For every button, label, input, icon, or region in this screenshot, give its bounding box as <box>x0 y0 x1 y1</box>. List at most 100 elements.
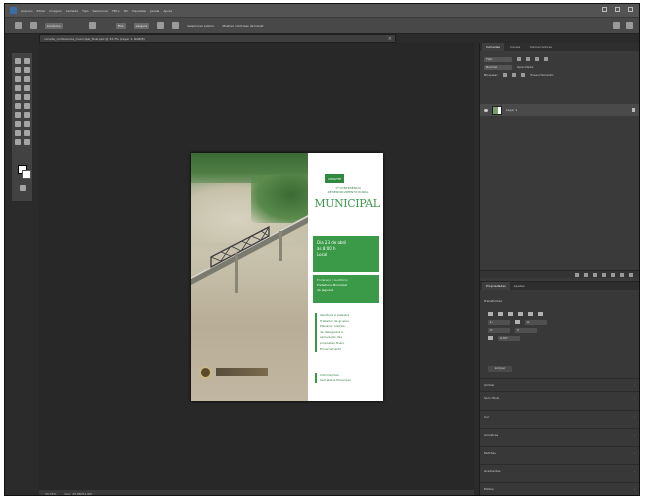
eraser-tool-icon[interactable] <box>15 103 21 109</box>
tab-properties[interactable]: Propriedades <box>482 282 510 290</box>
more-tools-icon[interactable] <box>24 139 30 145</box>
align-bottom-icon[interactable] <box>538 312 543 316</box>
healing-tool-icon[interactable] <box>15 85 21 91</box>
type-tool-icon[interactable] <box>15 121 21 127</box>
adjustment-icon[interactable] <box>602 272 606 277</box>
section-untitled[interactable]: Sem título › <box>480 391 639 403</box>
width-input[interactable]: L: <box>488 319 510 325</box>
home-icon[interactable] <box>15 22 22 29</box>
tab-layers[interactable]: Camadas <box>482 43 504 51</box>
menu-window[interactable]: Janela <box>150 9 159 13</box>
section-color[interactable]: Cor › <box>480 410 639 422</box>
tab-adjustments[interactable]: Ajustes <box>510 282 529 290</box>
filter-shape-icon[interactable] <box>544 57 548 61</box>
history-brush-tool-icon[interactable] <box>24 94 30 100</box>
lock-pixels-icon[interactable] <box>503 73 508 77</box>
menu-type[interactable]: Tipo <box>82 9 88 13</box>
checkbox-icon[interactable] <box>172 22 180 29</box>
gradient-tool-icon[interactable] <box>24 103 30 109</box>
new-layer-icon[interactable] <box>620 272 624 277</box>
auto-select-label[interactable]: Selecionar autom. <box>187 24 214 28</box>
doc-info[interactable]: Doc: 25,8M/51,6M <box>64 492 91 496</box>
align-middle-icon[interactable] <box>528 312 533 316</box>
path-select-tool-icon[interactable] <box>24 121 30 127</box>
lock-all-icon[interactable] <box>521 73 526 77</box>
menu-help[interactable]: Ajuda <box>163 9 172 13</box>
section-patterns[interactable]: Padrões › <box>480 446 639 458</box>
height-input[interactable]: A: <box>525 319 547 325</box>
document-canvas[interactable]: CONVITE 1ª CONFERÊNCIA DESENVOLVIMENTO R… <box>191 153 383 401</box>
filter-adjust-icon[interactable] <box>526 57 530 61</box>
close-icon[interactable] <box>628 7 633 12</box>
section-swatches[interactable]: Amostras › <box>480 428 639 440</box>
align-icon[interactable] <box>157 22 165 29</box>
move-tool-icon[interactable] <box>15 58 21 64</box>
eyedropper-tool-icon[interactable] <box>24 76 30 82</box>
tab-paths[interactable]: Demarcadores <box>526 43 556 51</box>
transform-section-label[interactable]: Transformar <box>484 299 502 303</box>
menu-select[interactable]: Selecionar <box>92 9 108 13</box>
mask-icon[interactable] <box>593 272 597 277</box>
menu-view[interactable]: Visualizar <box>132 9 146 13</box>
search-icon[interactable] <box>613 22 620 29</box>
filter-type-icon[interactable] <box>535 57 539 61</box>
link-proportions-icon[interactable] <box>515 320 520 324</box>
menu-filter[interactable]: Filtro <box>112 9 119 13</box>
align-left-icon[interactable] <box>488 312 493 316</box>
dodge-tool-icon[interactable] <box>15 112 21 118</box>
link-icon[interactable] <box>575 272 579 277</box>
kind-filter-select[interactable]: Tipo <box>484 56 512 62</box>
crop-tool-icon[interactable] <box>15 76 21 82</box>
show-transform-label[interactable]: Mostrar controles de transf. <box>223 24 264 28</box>
lock-position-icon[interactable] <box>512 73 517 77</box>
tool-preset-icon[interactable] <box>30 22 37 29</box>
menu-file[interactable]: Arquivo <box>21 9 32 13</box>
menu-3d[interactable]: 3D <box>124 9 128 13</box>
brush-tool-icon[interactable] <box>24 85 30 91</box>
eye-icon[interactable] <box>484 108 488 112</box>
minimize-icon[interactable] <box>602 7 607 12</box>
zoom-level[interactable]: 33,33% <box>45 492 56 496</box>
menu-layer[interactable]: Camada <box>66 9 78 13</box>
rotation-input[interactable]: 0,00° <box>498 335 520 341</box>
clear-button[interactable]: Limpar <box>488 366 512 372</box>
hand-tool-icon[interactable] <box>24 130 30 136</box>
close-tab-icon[interactable]: × <box>388 36 392 42</box>
lasso-tool-icon[interactable] <box>15 67 21 73</box>
folder-icon[interactable] <box>611 272 615 277</box>
layer-name[interactable]: Layer 1 <box>506 108 517 112</box>
stamp-tool-icon[interactable] <box>15 94 21 100</box>
document-tab[interactable]: convite_conferencia_municipal_final.psd … <box>39 34 396 43</box>
align-center-icon[interactable] <box>498 312 503 316</box>
tool-preset-field[interactable]: Contorno <box>45 22 63 29</box>
pen-tool-icon[interactable] <box>24 112 30 118</box>
marquee-tool-icon[interactable] <box>24 58 30 64</box>
zoom-tool-icon[interactable] <box>15 139 21 145</box>
layer-row[interactable]: Layer 1 <box>480 104 639 116</box>
menu-edit[interactable]: Editar <box>36 9 45 13</box>
filter-pixel-icon[interactable] <box>517 57 521 61</box>
style-field[interactable]: Fixo <box>115 22 126 29</box>
section-align[interactable]: Alinhar › <box>480 378 639 390</box>
maximize-icon[interactable] <box>615 7 620 12</box>
fx-icon[interactable] <box>584 272 588 277</box>
tab-channels[interactable]: Canais <box>506 43 524 51</box>
blend-mode-select[interactable]: Normal <box>484 64 512 70</box>
x-input[interactable]: X: <box>488 327 510 333</box>
shape-tool-icon[interactable] <box>15 130 21 136</box>
quick-mask-icon[interactable] <box>20 185 26 191</box>
section-gradients[interactable]: Gradientes › <box>480 464 639 476</box>
gear-icon[interactable] <box>88 22 96 29</box>
menu-image[interactable]: Imagem <box>49 9 61 13</box>
align-right-icon[interactable] <box>508 312 513 316</box>
canvas-area[interactable]: CONVITE 1ª CONFERÊNCIA DESENVOLVIMENTO R… <box>39 43 474 490</box>
background-color-swatch[interactable] <box>22 170 31 179</box>
y-input[interactable]: Y: <box>515 327 537 333</box>
quick-select-tool-icon[interactable] <box>24 67 30 73</box>
trash-icon[interactable] <box>629 272 633 277</box>
section-styles[interactable]: Estilos › <box>480 482 639 494</box>
width-field[interactable]: Largura <box>133 22 150 29</box>
align-icons-row <box>488 310 628 318</box>
align-top-icon[interactable] <box>518 312 523 316</box>
workspace-icon[interactable] <box>626 22 633 29</box>
